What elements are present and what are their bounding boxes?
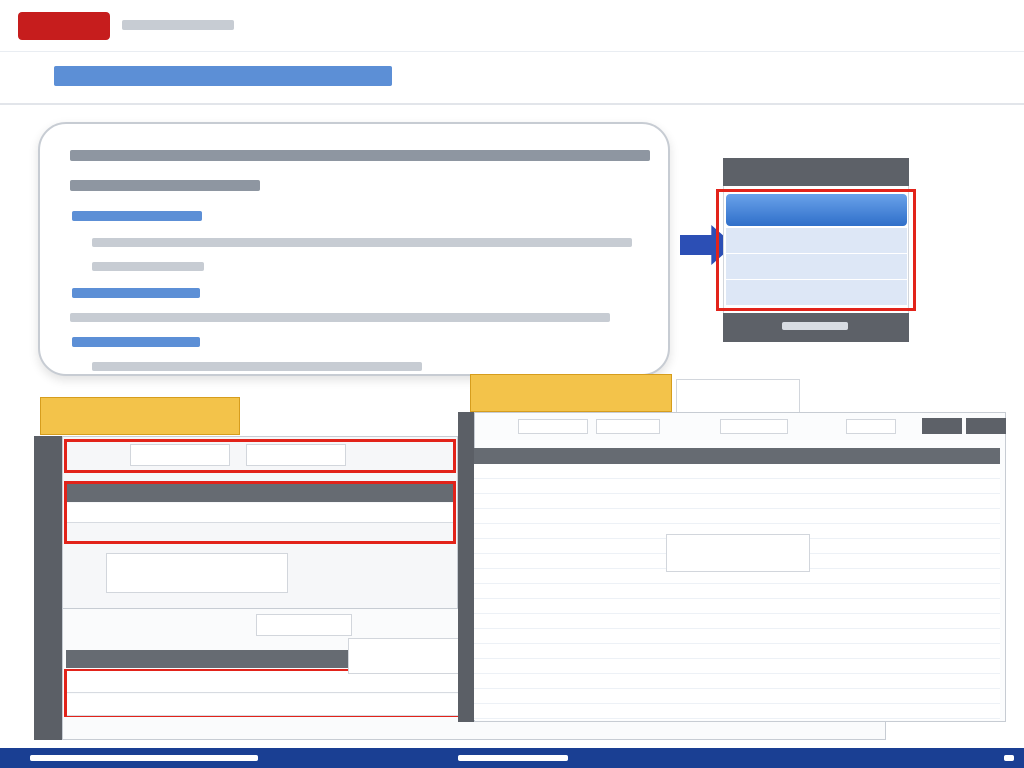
footer-left-text-shape	[30, 755, 258, 761]
callout-line-6	[72, 288, 200, 298]
footer-page-shape	[1004, 755, 1014, 761]
left-filter-input-2[interactable]	[246, 444, 346, 466]
menu-footer-text-shape	[782, 322, 848, 330]
title-underline	[0, 103, 1024, 105]
callout-line-1	[70, 150, 650, 161]
menu-header	[723, 158, 909, 186]
right-result-box	[666, 534, 810, 572]
label-box-1	[40, 397, 240, 435]
callout-line-8	[72, 337, 200, 347]
callout-line-3	[72, 211, 202, 221]
slide-title-shape	[54, 66, 392, 86]
left-filter-input-1[interactable]	[130, 444, 230, 466]
callout-line-4	[92, 238, 632, 247]
menu-item-2[interactable]	[726, 254, 907, 280]
right-filter-input-1[interactable]	[518, 419, 588, 434]
left-table-header	[67, 484, 453, 502]
history-input-1[interactable]	[256, 614, 352, 636]
brand-logo-shape	[18, 12, 110, 40]
right-filter-select[interactable]	[846, 419, 896, 434]
right-search-button[interactable]	[922, 418, 962, 434]
callout-line-5	[92, 262, 204, 271]
footer-center-text-shape	[458, 755, 568, 761]
left-form-side-strip	[34, 436, 62, 740]
left-table-row-1[interactable]	[67, 503, 453, 523]
callout-line-2	[70, 180, 260, 191]
right-filter-input-2[interactable]	[596, 419, 660, 434]
right-form-side-strip	[458, 412, 474, 722]
callout-line-9	[92, 362, 422, 371]
menu-item-3[interactable]	[726, 280, 907, 306]
menu-active-item[interactable]	[726, 194, 907, 226]
query-condition-box	[676, 379, 800, 413]
right-filter-input-3[interactable]	[720, 419, 788, 434]
left-result-box	[106, 553, 288, 593]
label-box-2	[470, 374, 672, 412]
right-download-button[interactable]	[966, 418, 1006, 434]
right-table-body	[474, 464, 1000, 720]
right-table-header	[474, 448, 1000, 464]
callout-line-7	[70, 313, 610, 322]
menu-item-1[interactable]	[726, 228, 907, 254]
brand-tagline-shape	[122, 20, 234, 30]
